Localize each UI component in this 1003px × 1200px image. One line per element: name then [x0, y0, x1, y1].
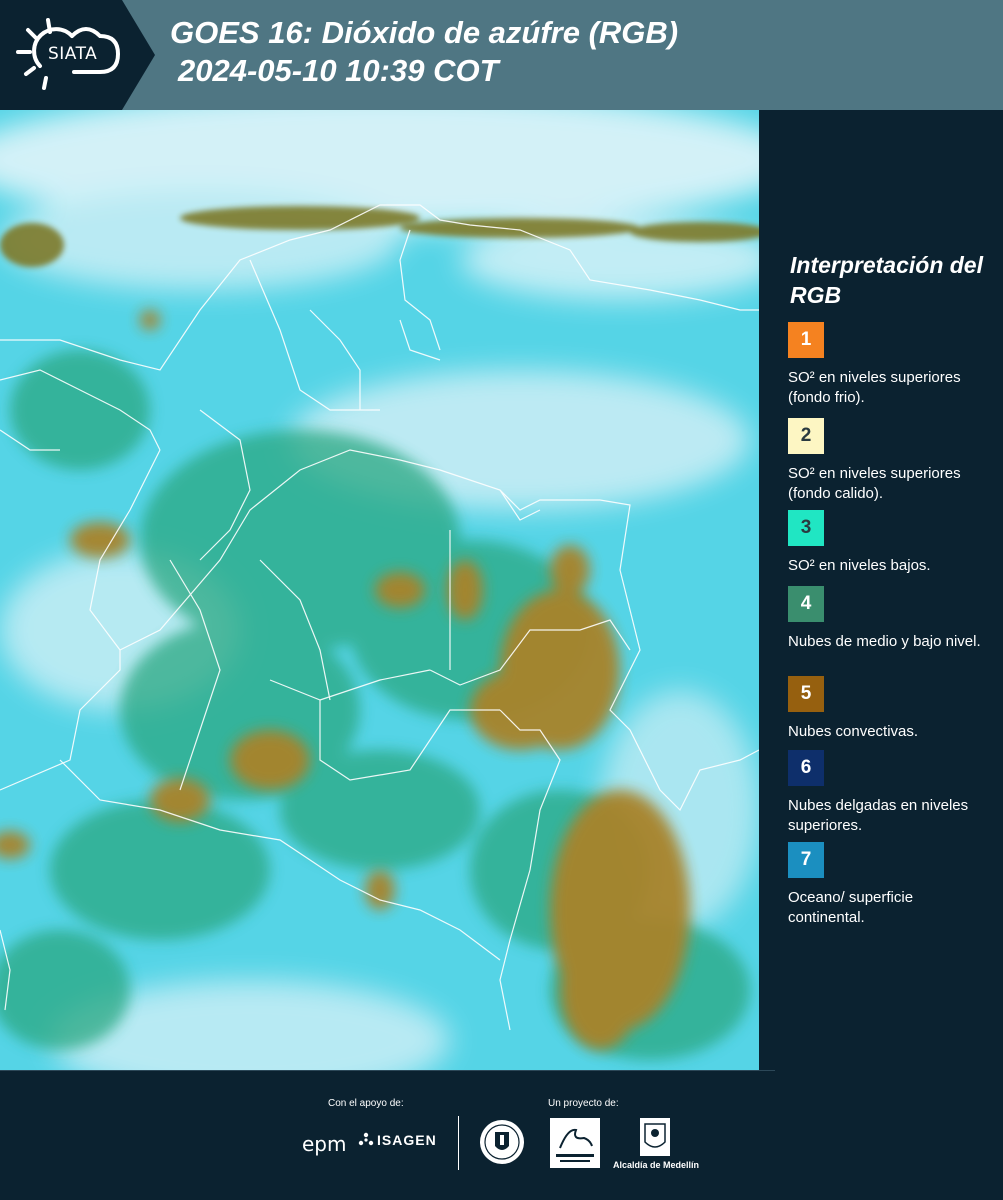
isagen-icon — [358, 1132, 374, 1146]
legend-panel: Interpretación del RGB 1 SO² en niveles … — [760, 110, 1003, 1070]
medellin-seal-icon — [480, 1120, 524, 1164]
epm-logo: epm — [302, 1132, 347, 1156]
rgb-composite-image — [0, 110, 759, 1070]
legend-swatch: 1 — [788, 322, 824, 358]
alcaldia-label: Alcaldía de Medellín — [613, 1160, 700, 1170]
area-metropolitana-logo — [550, 1118, 600, 1168]
legend-item-7: 7 Oceano/ superficie continental. — [788, 842, 988, 928]
legend-swatch: 2 — [788, 418, 824, 454]
legend-item-1: 1 SO² en niveles superiores (fondo frio)… — [788, 322, 988, 408]
legend-item-2: 2 SO² en niveles superiores (fondo calid… — [788, 418, 988, 504]
isagen-text: ISAGEN — [377, 1132, 437, 1148]
legend-item-5: 5 Nubes convectivas. — [788, 676, 988, 742]
support-label: Con el apoyo de: — [328, 1098, 404, 1109]
siata-logo: SIATA — [0, 0, 155, 110]
footer-divider — [0, 1070, 775, 1071]
legend-title: Interpretación del RGB — [790, 252, 983, 308]
legend-label: Oceano/ superficie continental. — [788, 889, 914, 926]
legend-label: SO² en niveles bajos. — [788, 557, 931, 574]
title-timestamp: 2024-05-10 10:39 COT — [178, 53, 499, 88]
legend-label: Nubes de medio y bajo nivel. — [788, 633, 981, 650]
legend-item-4: 4 Nubes de medio y bajo nivel. — [788, 586, 988, 652]
header-bar: SIATA GOES 16: Dióxido de azúfre (RGB) 2… — [0, 0, 1003, 110]
legend-item-6: 6 Nubes delgadas en niveles superiores. — [788, 750, 988, 836]
legend-label: SO² en niveles superiores (fondo calido)… — [788, 465, 961, 502]
title-product: GOES 16: Dióxido de azúfre (RGB) — [170, 15, 679, 50]
logo-separator — [458, 1116, 459, 1170]
legend-label: SO² en niveles superiores (fondo frio). — [788, 369, 961, 406]
alcaldia-shield-icon — [640, 1118, 670, 1156]
legend-swatch: 3 — [788, 510, 824, 546]
satellite-map[interactable] — [0, 110, 759, 1070]
project-label: Un proyecto de: — [548, 1098, 619, 1109]
legend-item-3: 3 SO² en niveles bajos. — [788, 510, 988, 576]
isagen-logo: ISAGEN — [358, 1132, 437, 1148]
page-title: GOES 16: Dióxido de azúfre (RGB) 2024-05… — [170, 14, 678, 90]
legend-swatch: 6 — [788, 750, 824, 786]
logo-text: SIATA — [48, 44, 98, 64]
legend-swatch: 5 — [788, 676, 824, 712]
legend-swatch: 7 — [788, 842, 824, 878]
footer: Con el apoyo de: Un proyecto de: epm ISA… — [0, 1070, 1003, 1200]
legend-label: Nubes convectivas. — [788, 723, 919, 740]
legend-swatch: 4 — [788, 586, 824, 622]
legend-label: Nubes delgadas en niveles superiores. — [788, 797, 969, 834]
